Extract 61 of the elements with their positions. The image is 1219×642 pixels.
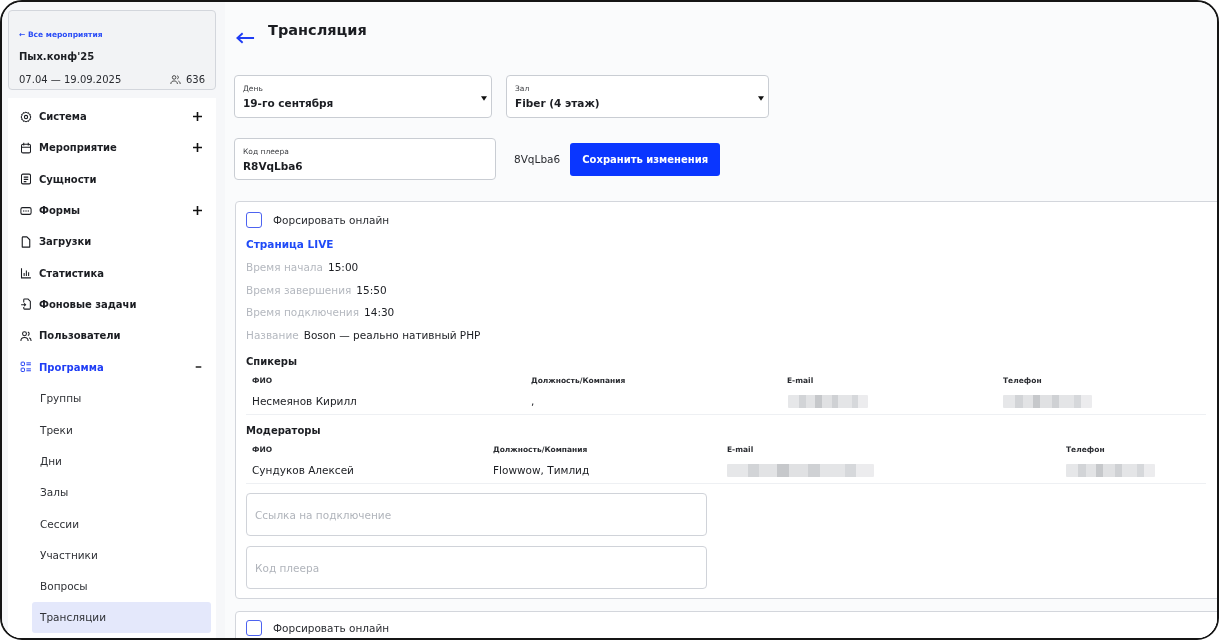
plus-icon[interactable]: [193, 206, 202, 216]
menu-item[interactable]: Формы: [8, 194, 216, 227]
bar-chart-icon: [20, 267, 32, 280]
menu-item[interactable]: Фоновые задачи: [8, 288, 216, 321]
file-icon: [20, 235, 32, 248]
submenu-item[interactable]: Группы: [32, 382, 211, 414]
menu-item[interactable]: Сущности: [8, 163, 216, 195]
calendar-icon: [20, 141, 32, 154]
submenu-item[interactable]: Трансляции: [32, 601, 211, 634]
input-field[interactable]: Ссылка на подключение: [246, 493, 707, 537]
menu-item[interactable]: Пользователи: [8, 320, 216, 352]
list-icon: [20, 361, 32, 373]
submenu-item[interactable]: Треки: [32, 413, 211, 446]
file-arrow-icon: [20, 298, 32, 311]
checkbox-label: Форсировать онлайн: [273, 622, 390, 635]
event-title: Пых.конф'25: [19, 50, 96, 63]
section-title: Модераторы: [246, 423, 322, 438]
menu-item[interactable]: Система: [8, 101, 216, 133]
detail-value: 14:30: [364, 306, 395, 319]
detail-label: Время подключения: [246, 306, 359, 319]
event-dates: 07.04 — 19.09.2025: [19, 73, 122, 86]
caret-icon: [758, 96, 764, 101]
table-cell: Сундуков Алексей: [252, 464, 354, 477]
plus-icon[interactable]: [193, 112, 202, 122]
form-field-icon: [20, 204, 32, 217]
submenu-item[interactable]: Залы: [32, 476, 211, 508]
menu-item[interactable]: Мероприятие: [8, 132, 216, 164]
submenu-item[interactable]: Вопросы: [32, 570, 211, 602]
detail-label: Название: [246, 329, 299, 342]
detail-value: Boson — реально нативный PHP: [303, 329, 481, 342]
menu-item[interactable]: Программа: [8, 351, 216, 383]
player-code-preview: 8VqLba6: [514, 153, 561, 165]
submenu-item[interactable]: Дни: [32, 445, 211, 477]
table-cell: Flowwow, Тимлид: [493, 464, 590, 477]
input-field[interactable]: Код плеера: [246, 546, 707, 590]
plus-icon[interactable]: [193, 143, 202, 153]
menu-item[interactable]: Статистика: [8, 257, 216, 289]
detail-value: 15:50: [356, 283, 387, 296]
settings-icon: [20, 110, 32, 123]
minus-icon[interactable]: [195, 366, 202, 368]
checkbox[interactable]: [246, 620, 262, 637]
table-cell: ,: [531, 395, 535, 408]
submenu-item[interactable]: Сессии: [32, 507, 211, 540]
participant-count: 636: [185, 73, 205, 86]
submenu-item[interactable]: Участники: [32, 539, 211, 571]
menu-item[interactable]: Загрузки: [8, 226, 216, 258]
back-arrow-icon[interactable]: [236, 32, 255, 44]
detail-value: 15:00: [328, 261, 359, 274]
document-icon: [20, 173, 32, 186]
detail-label: Время начала: [246, 261, 323, 274]
detail-label: Время завершения: [246, 283, 352, 296]
table-cell: Несмеянов Кирилл: [252, 395, 357, 408]
users-icon: [169, 74, 181, 85]
caret-icon: [481, 96, 487, 101]
save-button[interactable]: Сохранить изменения: [570, 142, 721, 176]
checkbox[interactable]: [246, 212, 262, 228]
live-page-link[interactable]: Страница LIVE: [246, 238, 334, 251]
users-icon: [20, 329, 32, 342]
section-title: Спикеры: [246, 354, 299, 369]
page-title: Трансляция: [268, 21, 367, 39]
checkbox-label: Форсировать онлайн: [273, 214, 390, 226]
